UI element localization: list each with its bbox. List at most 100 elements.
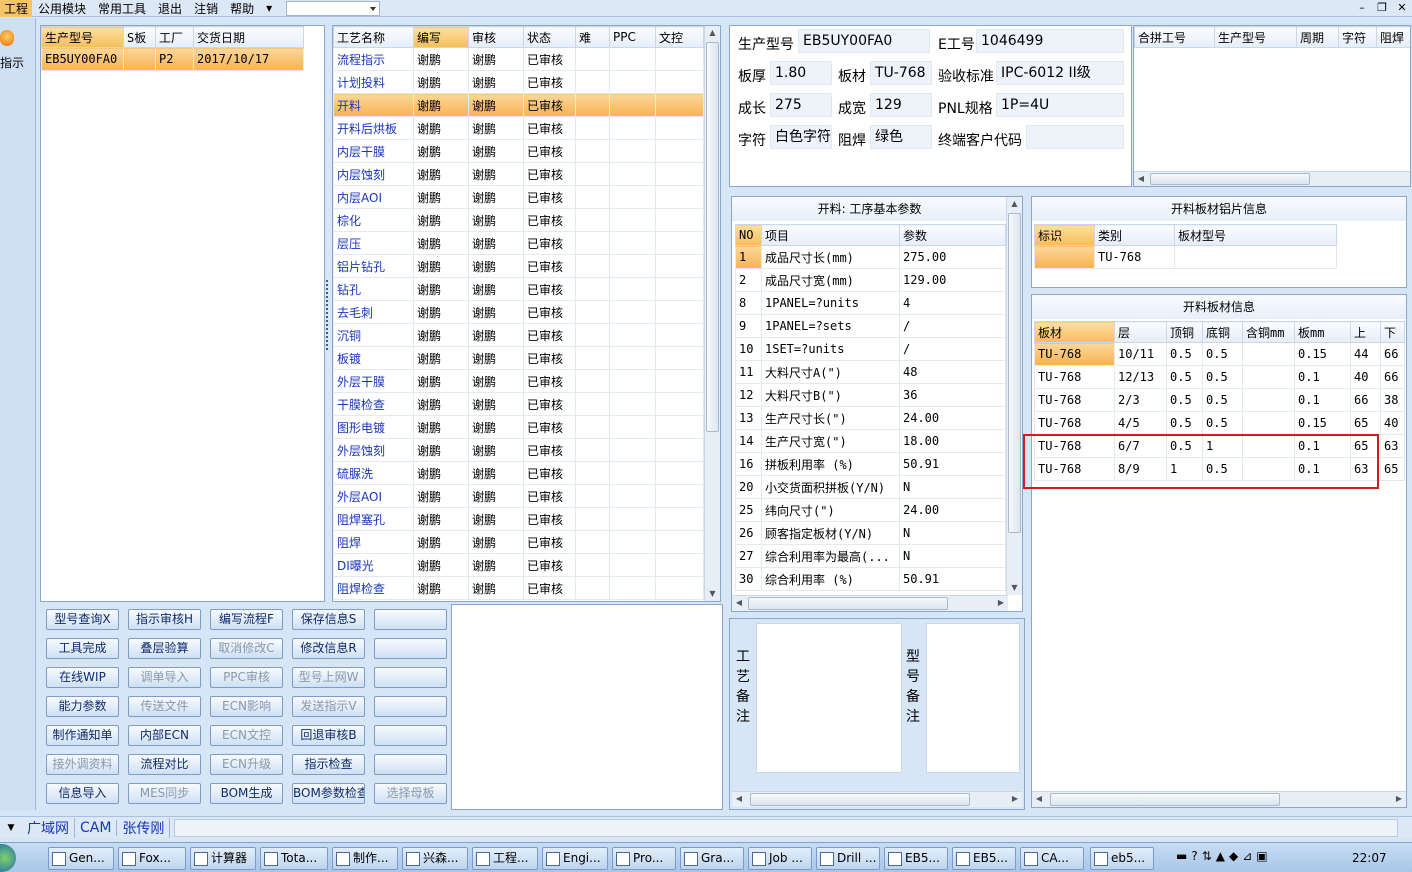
table-row[interactable]: 9 1PANEL=?sets / — [735, 314, 1006, 338]
scroll-thumb[interactable] — [706, 42, 719, 432]
table-row[interactable]: 30 综合利用率 (%) 50.91 — [735, 567, 1006, 591]
table-row[interactable]: 开料后烘板 谢鹏 谢鹏 已审核 — [333, 116, 704, 140]
col-header[interactable]: 板材型号 — [1174, 224, 1337, 246]
col-header[interactable]: 状态 — [523, 26, 576, 48]
col-header[interactable]: 文控 — [655, 26, 704, 48]
taskbar-button[interactable]: Tota... — [260, 847, 328, 870]
action-button[interactable] — [374, 667, 447, 688]
table-row[interactable]: 阻焊检查 谢鹏 谢鹏 已审核 — [333, 576, 704, 600]
action-button[interactable]: 发送指示V — [292, 696, 365, 717]
col-header[interactable]: 周期 — [1296, 26, 1339, 48]
scroll-thumb[interactable] — [1050, 793, 1280, 806]
table-row[interactable]: 内层干膜 谢鹏 谢鹏 已审核 — [333, 139, 704, 163]
col-header[interactable]: 生产型号 — [1214, 26, 1297, 48]
menu-combo-box[interactable] — [286, 0, 381, 16]
menu-dropdown-arrow-icon[interactable]: ▾ — [260, 1, 278, 15]
table-row[interactable]: DI曝光 谢鹏 谢鹏 已审核 — [333, 553, 704, 577]
pnl-field[interactable]: 1P=4U — [996, 93, 1124, 117]
action-button[interactable]: 工具完成 — [46, 638, 119, 659]
table-row[interactable]: 10 1SET=?units / — [735, 337, 1006, 361]
taskbar-button[interactable]: 制作... — [332, 847, 398, 870]
action-button[interactable]: 内部ECN — [128, 725, 201, 746]
action-button[interactable]: 指示检查 — [292, 754, 365, 775]
table-row[interactable]: 阻焊塞孔 谢鹏 谢鹏 已审核 — [333, 507, 704, 531]
std-field[interactable]: IPC-6012 II级 — [996, 61, 1124, 85]
action-button[interactable]: 保存信息S — [292, 609, 365, 630]
col-header[interactable]: 编写 — [413, 26, 469, 48]
action-button[interactable]: 制作通知单 — [46, 725, 119, 746]
action-button[interactable]: ECN升级 — [210, 754, 283, 775]
scroll-thumb[interactable] — [750, 793, 970, 806]
col-header[interactable]: S板 — [123, 26, 156, 48]
action-button[interactable]: 修改信息R — [292, 638, 365, 659]
table-row[interactable]: 1 成品尺寸长(mm) 275.00 — [735, 245, 1006, 269]
action-button[interactable]: 接外调资料 — [46, 754, 119, 775]
table-row[interactable]: 铝片钻孔 谢鹏 谢鹏 已审核 — [333, 254, 704, 278]
tray-icons[interactable]: ▬?⇅▲◆⊿▣ — [1176, 849, 1272, 863]
taskbar-button[interactable]: Gra... — [680, 847, 744, 870]
col-header[interactable]: 工艺名称 — [333, 26, 414, 48]
col-header[interactable]: 参数 — [899, 224, 1006, 246]
taskbar-button[interactable]: EB5... — [952, 847, 1016, 870]
length-field[interactable]: 275 — [770, 93, 832, 117]
notes-hscrollbar[interactable]: ◀ ▶ — [732, 791, 1022, 807]
action-button[interactable]: 指示审核H — [128, 609, 201, 630]
action-button[interactable]: 取消修改C — [210, 638, 283, 659]
splitter-handle[interactable] — [326, 280, 330, 350]
col-header[interactable]: 板材 — [1034, 321, 1115, 343]
eng-no-field[interactable]: 1046499 — [976, 29, 1124, 53]
table-row[interactable]: 12 大料尺寸B(") 36 — [735, 383, 1006, 407]
table-row[interactable]: TU-768 4/5 0.5 0.5 0.15 65 40 — [1034, 411, 1405, 435]
table-row[interactable]: 层压 谢鹏 谢鹏 已审核 — [333, 231, 704, 255]
action-button[interactable]: ECN影响 — [210, 696, 283, 717]
col-header[interactable]: 审核 — [468, 26, 524, 48]
scroll-left-icon[interactable]: ◀ — [1134, 172, 1148, 186]
action-button[interactable]: BOM参数检查 — [292, 783, 365, 804]
table-row[interactable]: 14 生产尺寸宽(") 18.00 — [735, 429, 1006, 453]
minimize-icon[interactable]: – — [1352, 0, 1372, 16]
table-row[interactable]: TU-768 — [1034, 245, 1337, 269]
instruction-icon[interactable] — [0, 30, 14, 46]
action-button[interactable] — [374, 696, 447, 717]
taskbar-button[interactable]: eb5... — [1090, 847, 1154, 870]
table-row[interactable]: 去毛刺 谢鹏 谢鹏 已审核 — [333, 300, 704, 324]
col-header[interactable]: 字符 — [1338, 26, 1377, 48]
table-row[interactable]: 2 成品尺寸宽(mm) 129.00 — [735, 268, 1006, 292]
taskbar-button[interactable]: Pro... — [612, 847, 676, 870]
scroll-up-icon[interactable]: ▲ — [705, 26, 720, 40]
scroll-left-icon[interactable]: ◀ — [1032, 792, 1046, 807]
action-button[interactable]: PPC审核 — [210, 667, 283, 688]
action-button[interactable]: 选择母板 — [374, 783, 447, 804]
table-row[interactable]: 钻孔 谢鹏 谢鹏 已审核 — [333, 277, 704, 301]
table-row[interactable]: 外层干膜 谢鹏 谢鹏 已审核 — [333, 369, 704, 393]
action-button[interactable] — [374, 638, 447, 659]
prod-model-field[interactable]: EB5UY00FA0 — [798, 29, 930, 53]
col-header[interactable]: 难 — [575, 26, 610, 48]
params-vscrollbar[interactable]: ▲ ▼ — [1006, 197, 1022, 595]
action-button[interactable] — [374, 609, 447, 630]
action-button[interactable]: 调单导入 — [128, 667, 201, 688]
table-row[interactable]: 计划投料 谢鹏 谢鹏 已审核 — [333, 70, 704, 94]
table-row[interactable]: 流程指示 谢鹏 谢鹏 已审核 — [333, 47, 704, 71]
taskbar-button[interactable]: 计算器 — [190, 847, 256, 870]
table-row[interactable]: TU-768 6/7 0.5 1 0.1 65 63 — [1034, 434, 1405, 458]
taskbar-button[interactable]: Job ... — [748, 847, 812, 870]
scroll-right-icon[interactable]: ▶ — [1392, 792, 1406, 807]
table-row[interactable]: 27 综合利用率为最高(... N — [735, 544, 1006, 568]
process-notes-textarea[interactable] — [756, 623, 902, 773]
col-header[interactable]: 顶铜 — [1166, 321, 1203, 343]
instruction-label[interactable]: 指示 — [0, 54, 24, 71]
table-row[interactable]: 外层蚀刻 谢鹏 谢鹏 已审核 — [333, 438, 704, 462]
action-button[interactable] — [374, 754, 447, 775]
table-row[interactable]: 13 生产尺寸长(") 24.00 — [735, 406, 1006, 430]
close-icon[interactable]: ✕ — [1392, 0, 1412, 16]
taskbar-button[interactable]: Gen... — [48, 847, 114, 870]
taskbar-button[interactable]: Fox... — [118, 847, 186, 870]
merge-hscrollbar[interactable]: ◀ — [1134, 171, 1410, 186]
table-row[interactable]: 内层蚀刻 谢鹏 谢鹏 已审核 — [333, 162, 704, 186]
customer-field[interactable] — [1026, 125, 1124, 149]
action-button[interactable]: 回退审核B — [292, 725, 365, 746]
scroll-down-icon[interactable]: ▼ — [1007, 581, 1022, 595]
table-row[interactable]: 16 拼板利用率 (%) 50.91 — [735, 452, 1006, 476]
col-header[interactable]: 层 — [1114, 321, 1167, 343]
